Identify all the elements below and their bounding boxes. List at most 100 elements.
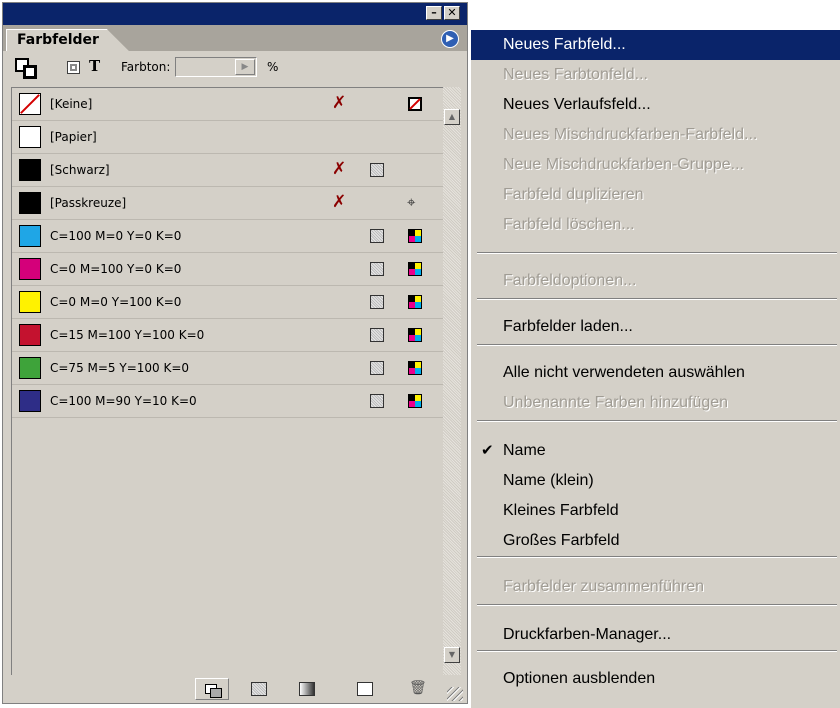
swatch-row[interactable]: C=100 M=0 Y=0 K=0 xyxy=(12,220,443,253)
swatch-row[interactable]: [Keine] ✗ xyxy=(12,88,443,121)
apply-to-text-icon[interactable]: T xyxy=(89,57,100,75)
menu-item-label: Kleines Farbfeld xyxy=(503,502,619,519)
menu-item[interactable]: Neues Verlaufsfeld... xyxy=(471,90,840,120)
menu-item[interactable]: Kleines Farbfeld xyxy=(471,496,840,526)
menu-item-label: Name (klein) xyxy=(503,472,594,489)
swatch-row[interactable]: C=75 M=5 Y=100 K=0 xyxy=(12,352,443,385)
panel-titlebar[interactable]: – ✕ xyxy=(3,3,467,25)
menu-separator xyxy=(477,650,837,652)
menu-item: Farbfeld löschen... xyxy=(471,210,840,240)
menu-item-label: Neues Farbfeld... xyxy=(503,36,626,53)
minimize-button[interactable]: – xyxy=(426,6,442,20)
scroll-up-button[interactable]: ▲ xyxy=(444,109,460,125)
swatch-name: [Papier] xyxy=(50,130,97,144)
swatch-color-chip xyxy=(19,225,41,247)
swatch-row[interactable]: C=15 M=100 Y=100 K=0 xyxy=(12,319,443,352)
swatch-name: [Keine] xyxy=(50,97,93,111)
menu-item: Neues Farbtonfeld... xyxy=(471,60,840,90)
menu-item-label: Alle nicht verwendeten auswählen xyxy=(503,364,745,381)
menu-item[interactable]: Druckfarben-Manager... xyxy=(471,620,840,650)
cmyk-mode-icon xyxy=(408,361,422,375)
show-gradient-swatches-button[interactable] xyxy=(299,682,315,696)
apply-to-container-icon[interactable] xyxy=(67,61,80,74)
swatch-color-chip xyxy=(19,93,41,115)
swatch-name: C=75 M=5 Y=100 K=0 xyxy=(50,361,190,375)
resize-grip[interactable] xyxy=(447,687,463,701)
stroke-box[interactable] xyxy=(23,65,37,79)
swatch-stack-icon-2 xyxy=(210,688,222,698)
cmyk-mode-icon xyxy=(408,394,422,408)
menu-separator xyxy=(477,252,837,254)
menu-item: Neue Mischdruckfarben-Gruppe... xyxy=(471,150,840,180)
swatch-color-chip xyxy=(19,258,41,280)
swatch-name: C=0 M=0 Y=100 K=0 xyxy=(50,295,182,309)
process-color-icon xyxy=(370,163,384,177)
process-color-icon xyxy=(370,328,384,342)
tab-farbfelder[interactable]: Farbfelder xyxy=(6,29,129,51)
menu-item-label: Farbfeldoptionen... xyxy=(503,272,637,289)
menu-item-label: Farbfeld löschen... xyxy=(503,216,635,233)
no-edit-pencil-icon: ✗ xyxy=(332,159,347,179)
menu-item[interactable]: Großes Farbfeld xyxy=(471,526,840,556)
panel-menu-icon[interactable]: ▶ xyxy=(441,30,459,48)
new-swatch-button[interactable] xyxy=(357,682,373,696)
swatch-row[interactable]: [Passkreuze] ✗ ⌖ xyxy=(12,187,443,220)
cmyk-mode-icon xyxy=(408,328,422,342)
panel-tab-row: Farbfelder xyxy=(3,25,467,51)
menu-item: Farbfeldoptionen... xyxy=(471,266,840,296)
show-all-swatches-button[interactable] xyxy=(195,678,229,700)
menu-item-label: Neues Mischdruckfarben-Farbfeld... xyxy=(503,126,758,143)
menu-item[interactable]: ✔ Name xyxy=(471,436,840,466)
menu-item[interactable]: Neues Farbfeld... xyxy=(471,30,840,60)
process-color-icon xyxy=(370,262,384,276)
tint-slider-button[interactable]: ▶ xyxy=(235,59,255,75)
swatch-color-chip xyxy=(19,159,41,181)
menu-item[interactable]: Name (klein) xyxy=(471,466,840,496)
panel-toolbar: T Farbton: ▶ % xyxy=(3,51,467,85)
menu-item[interactable]: Alle nicht verwendeten auswählen xyxy=(471,358,840,388)
menu-item-label: Unbenannte Farben hinzufügen xyxy=(503,394,729,411)
swatch-row[interactable]: [Papier] xyxy=(12,121,443,154)
menu-separator xyxy=(477,344,837,346)
process-color-icon xyxy=(370,295,384,309)
show-color-swatches-button[interactable] xyxy=(251,682,267,696)
process-color-icon xyxy=(370,229,384,243)
trash-icon[interactable]: 🗑 xyxy=(409,680,427,696)
swatch-row[interactable]: C=100 M=90 Y=10 K=0 xyxy=(12,385,443,418)
swatch-color-chip xyxy=(19,126,41,148)
cmyk-mode-icon xyxy=(408,295,422,309)
close-button[interactable]: ✕ xyxy=(444,6,460,20)
fill-stroke-icon[interactable] xyxy=(15,58,39,80)
process-color-icon xyxy=(370,394,384,408)
swatch-row[interactable]: C=0 M=100 Y=0 K=0 xyxy=(12,253,443,286)
menu-item: Farbfelder zusammenführen xyxy=(471,572,840,602)
panel-flyout-menu: Neues Farbfeld... Neues Farbtonfeld... Neu… xyxy=(470,30,840,708)
no-edit-pencil-icon: ✗ xyxy=(332,93,347,113)
menu-item[interactable]: Optionen ausblenden xyxy=(471,664,840,694)
menu-item-label: Optionen ausblenden xyxy=(503,670,656,687)
menu-separator xyxy=(477,420,837,422)
menu-item-label: Großes Farbfeld xyxy=(503,532,620,549)
tint-label: Farbton: xyxy=(121,60,171,74)
menu-item-label: Neues Farbtonfeld... xyxy=(503,66,648,83)
swatch-name: C=0 M=100 Y=0 K=0 xyxy=(50,262,182,276)
menu-item: Farbfeld duplizieren xyxy=(471,180,840,210)
tint-unit: % xyxy=(267,60,279,74)
menu-item[interactable]: Farbfelder laden... xyxy=(471,312,840,342)
process-color-icon xyxy=(370,361,384,375)
tint-input[interactable]: ▶ xyxy=(175,57,257,77)
menu-item-label: Name xyxy=(503,442,546,459)
none-swatch-icon xyxy=(408,97,422,111)
swatch-color-chip xyxy=(19,324,41,346)
menu-separator xyxy=(477,604,837,606)
swatch-row[interactable]: C=0 M=0 Y=100 K=0 xyxy=(12,286,443,319)
swatch-list-scrollbar[interactable]: ▲ ▼ xyxy=(443,87,461,675)
menu-separator xyxy=(477,298,837,300)
swatch-color-chip xyxy=(19,291,41,313)
scroll-down-button[interactable]: ▼ xyxy=(444,647,460,663)
swatch-row[interactable]: [Schwarz] ✗ xyxy=(12,154,443,187)
swatch-name: C=100 M=90 Y=10 K=0 xyxy=(50,394,197,408)
menu-item: Neues Mischdruckfarben-Farbfeld... xyxy=(471,120,840,150)
menu-item-label: Farbfelder laden... xyxy=(503,318,633,335)
menu-item-label: Druckfarben-Manager... xyxy=(503,626,672,643)
